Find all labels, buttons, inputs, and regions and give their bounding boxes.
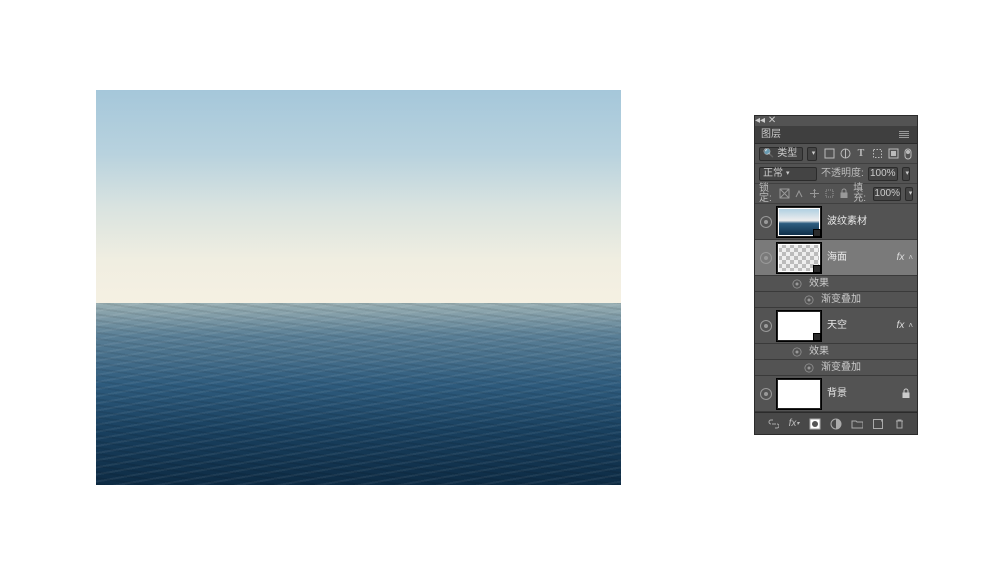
eye-icon[interactable] xyxy=(793,279,802,288)
filter-shape-icon[interactable] xyxy=(871,148,883,160)
new-adjustment-icon[interactable] xyxy=(830,418,842,430)
eye-icon[interactable] xyxy=(760,216,772,228)
layer-row[interactable]: 海面 fx ˄ xyxy=(755,240,917,276)
panel-footer: fx▾ xyxy=(755,412,917,434)
effect-name: 渐变叠加 xyxy=(821,363,861,373)
effect-row[interactable]: 渐变叠加 xyxy=(755,292,917,308)
eye-icon[interactable] xyxy=(793,347,802,356)
filter-type-select[interactable]: 🔍 类型 xyxy=(759,147,803,161)
fill-dropdown[interactable]: ▾ xyxy=(905,187,913,201)
blend-mode-value: 正常 xyxy=(763,169,783,179)
sky-gradient xyxy=(96,90,621,303)
close-icon[interactable]: ✕ xyxy=(768,115,776,126)
fill-label: 填充: xyxy=(853,184,869,204)
layer-name[interactable]: 背景 xyxy=(827,389,901,399)
lock-icon xyxy=(901,388,911,399)
blend-row: 正常 ▾ 不透明度: 100% ▾ xyxy=(755,164,917,184)
lock-transparent-icon[interactable] xyxy=(779,188,790,200)
sea-gradient xyxy=(96,303,621,485)
lock-row: 锁定: 填充: 100% ▾ xyxy=(755,184,917,204)
new-group-icon[interactable] xyxy=(851,418,863,430)
effect-row[interactable]: 渐变叠加 xyxy=(755,360,917,376)
panel-menu-icon[interactable] xyxy=(897,129,911,140)
layer-row[interactable]: 天空 fx ˄ xyxy=(755,308,917,344)
effects-heading-row[interactable]: 效果 xyxy=(755,344,917,360)
add-style-icon[interactable]: fx▾ xyxy=(788,418,800,430)
eye-icon[interactable] xyxy=(805,295,814,304)
filter-adjustment-icon[interactable] xyxy=(839,148,851,160)
add-mask-icon[interactable] xyxy=(809,418,821,430)
effects-heading-row[interactable]: 效果 xyxy=(755,276,917,292)
blend-mode-select[interactable]: 正常 ▾ xyxy=(759,167,817,181)
lock-artboard-icon[interactable] xyxy=(824,188,835,200)
eye-icon[interactable] xyxy=(760,252,772,264)
fx-badge[interactable]: fx xyxy=(897,321,905,331)
layer-name[interactable]: 天空 xyxy=(827,321,897,331)
chevron-up-icon[interactable]: ˄ xyxy=(908,322,913,330)
opacity-dropdown[interactable]: ▾ xyxy=(902,167,910,181)
eye-icon[interactable] xyxy=(805,363,814,372)
eye-icon[interactable] xyxy=(760,320,772,332)
layer-name[interactable]: 海面 xyxy=(827,253,897,263)
opacity-label: 不透明度: xyxy=(821,169,864,179)
document-canvas[interactable] xyxy=(96,90,621,485)
filter-toggle-icon[interactable] xyxy=(903,148,913,160)
layer-thumbnail[interactable] xyxy=(777,379,821,409)
layer-list: 波纹素材 海面 fx ˄ 效果 渐变叠加 天空 fx xyxy=(755,204,917,412)
effects-heading: 效果 xyxy=(809,279,829,289)
layer-name[interactable]: 波纹素材 xyxy=(827,217,917,227)
layers-panel: ◂◂ ✕ 图层 🔍 类型 ▾ T 正常 ▾ xyxy=(754,115,918,435)
effect-name: 渐变叠加 xyxy=(821,295,861,305)
layer-thumbnail[interactable] xyxy=(777,243,821,273)
layer-row[interactable]: 波纹素材 xyxy=(755,204,917,240)
chevron-down-icon: ▾ xyxy=(786,170,790,177)
effects-heading: 效果 xyxy=(809,347,829,357)
new-layer-icon[interactable] xyxy=(872,418,884,430)
opacity-value[interactable]: 100% xyxy=(868,167,898,181)
eye-icon[interactable] xyxy=(760,388,772,400)
filter-pixel-icon[interactable] xyxy=(823,148,835,160)
filter-row: 🔍 类型 ▾ T xyxy=(755,144,917,164)
search-icon: 🔍 xyxy=(763,149,774,158)
delete-layer-icon[interactable] xyxy=(893,418,905,430)
panel-titlebar: 图层 xyxy=(755,126,917,144)
lock-image-icon[interactable] xyxy=(794,188,805,200)
collapse-icon[interactable]: ◂◂ xyxy=(755,115,765,126)
layer-thumbnail[interactable] xyxy=(777,311,821,341)
layer-row[interactable]: 背景 xyxy=(755,376,917,412)
fx-badge[interactable]: fx xyxy=(897,253,905,263)
filter-type-label: 类型 xyxy=(777,149,797,159)
lock-all-icon[interactable] xyxy=(839,188,849,200)
filter-type-icon[interactable]: T xyxy=(855,148,867,160)
panel-title: 图层 xyxy=(761,130,781,140)
layer-thumbnail[interactable] xyxy=(777,207,821,237)
lock-label: 锁定: xyxy=(759,184,775,204)
filter-dropdown-arrow[interactable]: ▾ xyxy=(807,147,817,161)
chevron-up-icon[interactable]: ˄ xyxy=(908,254,913,262)
fill-value[interactable]: 100% xyxy=(873,187,901,201)
filter-smart-icon[interactable] xyxy=(887,148,899,160)
lock-position-icon[interactable] xyxy=(809,188,820,200)
link-layers-icon[interactable] xyxy=(767,418,779,430)
